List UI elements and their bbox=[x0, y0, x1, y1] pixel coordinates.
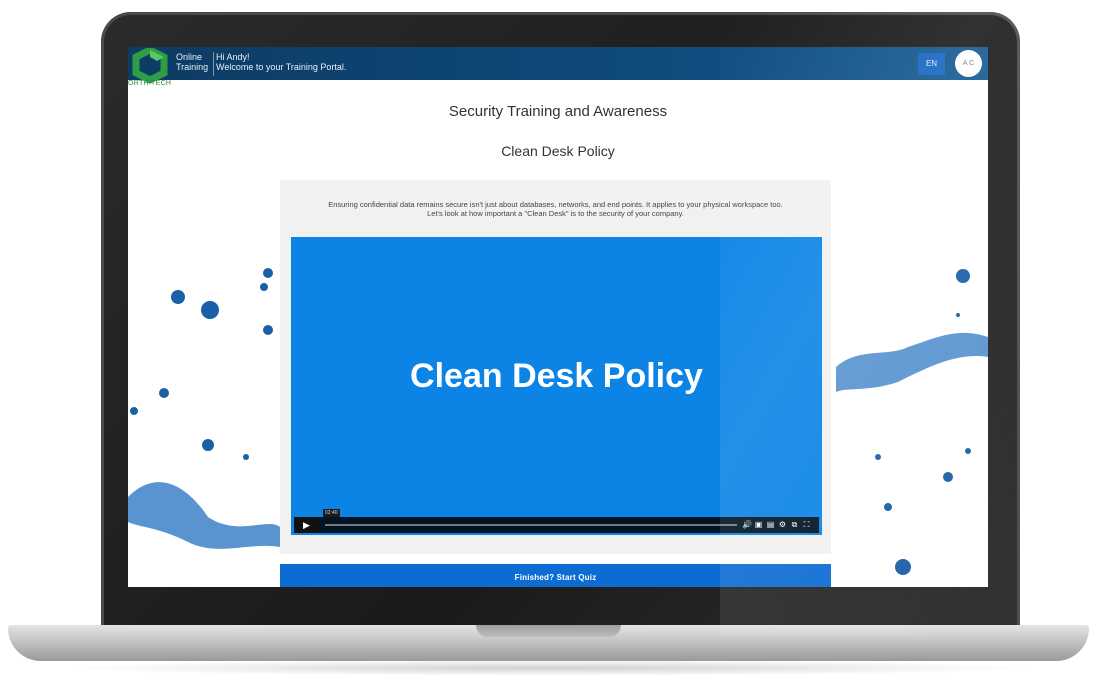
captions-icon[interactable]: ▣ bbox=[754, 519, 763, 531]
greeting: Hi Andy! Welcome to your Training Portal… bbox=[216, 52, 346, 72]
video-controls: ▶ 02:40 🔊 ▣ ▤ ⚙ ⧉ ⛶ bbox=[294, 509, 819, 533]
logo-text: ORTH TECH bbox=[128, 80, 172, 87]
play-icon[interactable]: ▶ bbox=[294, 517, 319, 533]
language-button[interactable]: EN bbox=[918, 53, 945, 75]
top-bar: Online Training Hi Andy! Welcome to your… bbox=[128, 47, 988, 84]
laptop-notch bbox=[476, 625, 621, 637]
pip-icon[interactable]: ⧉ bbox=[790, 519, 799, 531]
intro-line2: Let's look at how important a "Clean Des… bbox=[427, 209, 684, 218]
progress-bar[interactable] bbox=[325, 524, 737, 526]
intro-text: Ensuring confidential data remains secur… bbox=[295, 200, 816, 218]
user-avatar[interactable]: A C bbox=[955, 50, 982, 77]
page-subtitle: Clean Desk Policy bbox=[501, 143, 615, 159]
app-name-line2: Training bbox=[176, 62, 209, 72]
page-title: Security Training and Awareness bbox=[448, 103, 668, 120]
transcript-icon[interactable]: ▤ bbox=[766, 519, 775, 531]
app-name: Online Training bbox=[176, 52, 215, 76]
intro-line1: Ensuring confidential data remains secur… bbox=[328, 200, 783, 209]
screen: Online Training Hi Andy! Welcome to your… bbox=[128, 47, 988, 587]
video-title: Clean Desk Policy bbox=[410, 357, 703, 395]
start-quiz-button[interactable]: Finished? Start Quiz bbox=[280, 564, 831, 587]
volume-icon[interactable]: 🔊 bbox=[742, 519, 752, 531]
video-time: 02:40 bbox=[323, 509, 340, 517]
fullscreen-icon[interactable]: ⛶ bbox=[802, 519, 811, 531]
laptop-shadow bbox=[60, 660, 1037, 676]
content-card: Ensuring confidential data remains secur… bbox=[280, 180, 831, 554]
settings-icon[interactable]: ⚙ bbox=[778, 519, 787, 531]
greeting-line2: Welcome to your Training Portal. bbox=[216, 62, 347, 72]
greeting-line1: Hi Andy! bbox=[216, 52, 250, 62]
video-player[interactable]: Clean Desk Policy ▶ 02:40 🔊 ▣ ▤ ⚙ ⧉ ⛶ bbox=[291, 237, 822, 535]
app-name-line1: Online bbox=[176, 52, 203, 62]
